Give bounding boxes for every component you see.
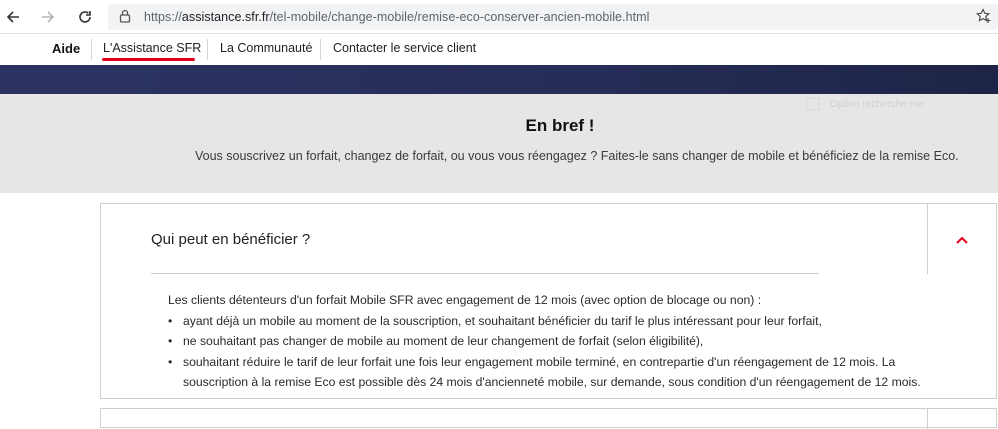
list-item: souhaitant réduire le tarif de leur forf…	[168, 352, 928, 393]
ghost-checkbox	[806, 98, 820, 110]
lock-icon	[119, 9, 131, 23]
browser-toolbar: https://assistance.sfr.fr/tel-mobile/cha…	[0, 0, 998, 34]
en-bref-section: Option recherche rue En bref ! Vous sous…	[0, 94, 998, 193]
accordion-divider	[927, 204, 928, 274]
nav-item-assistance-sfr[interactable]: L'Assistance SFR	[103, 41, 201, 55]
list-item: ayant déjà un mobile au moment de la sou…	[168, 311, 928, 332]
accordion-content: Les clients détenteurs d'un forfait Mobi…	[168, 290, 928, 393]
accordion-divider	[927, 409, 928, 429]
address-bar[interactable]: https://assistance.sfr.fr/tel-mobile/cha…	[108, 4, 998, 30]
ghost-option-label: Option recherche rue	[830, 99, 924, 110]
accordion-panel-next[interactable]	[100, 408, 997, 429]
nav-item-service-client[interactable]: Contacter le service client	[333, 41, 476, 55]
nav-item-communaute[interactable]: La Communauté	[220, 41, 312, 55]
accordion-panel: Qui peut en bénéficier ? Les clients dét…	[100, 203, 997, 399]
nav-divider	[91, 39, 92, 60]
back-button[interactable]	[2, 6, 24, 28]
accordion-question[interactable]: Qui peut en bénéficier ?	[151, 231, 310, 248]
eligibility-list: ayant déjà un mobile au moment de la sou…	[168, 311, 928, 393]
header-band	[0, 65, 998, 94]
aide-label: Aide	[52, 41, 81, 56]
chevron-up-icon[interactable]	[954, 232, 970, 248]
list-item: ne souhaitant pas changer de mobile au m…	[168, 331, 928, 352]
reload-button[interactable]	[74, 6, 96, 28]
eligibility-intro: Les clients détenteurs d'un forfait Mobi…	[168, 293, 762, 307]
arrow-left-icon	[6, 11, 19, 23]
en-bref-title: En bref !	[525, 116, 595, 135]
bookmark-star-icon[interactable]	[976, 8, 992, 24]
nav-divider	[320, 39, 321, 60]
active-tab-indicator	[102, 58, 195, 61]
reload-icon	[79, 11, 91, 23]
en-bref-text: Vous souscrivez un forfait, changez de f…	[195, 149, 959, 163]
forward-button[interactable]	[37, 6, 59, 28]
url-text: https://assistance.sfr.fr/tel-mobile/cha…	[144, 10, 650, 24]
accordion-rule	[151, 273, 819, 274]
arrow-right-icon	[42, 11, 55, 23]
nav-divider	[207, 39, 208, 60]
